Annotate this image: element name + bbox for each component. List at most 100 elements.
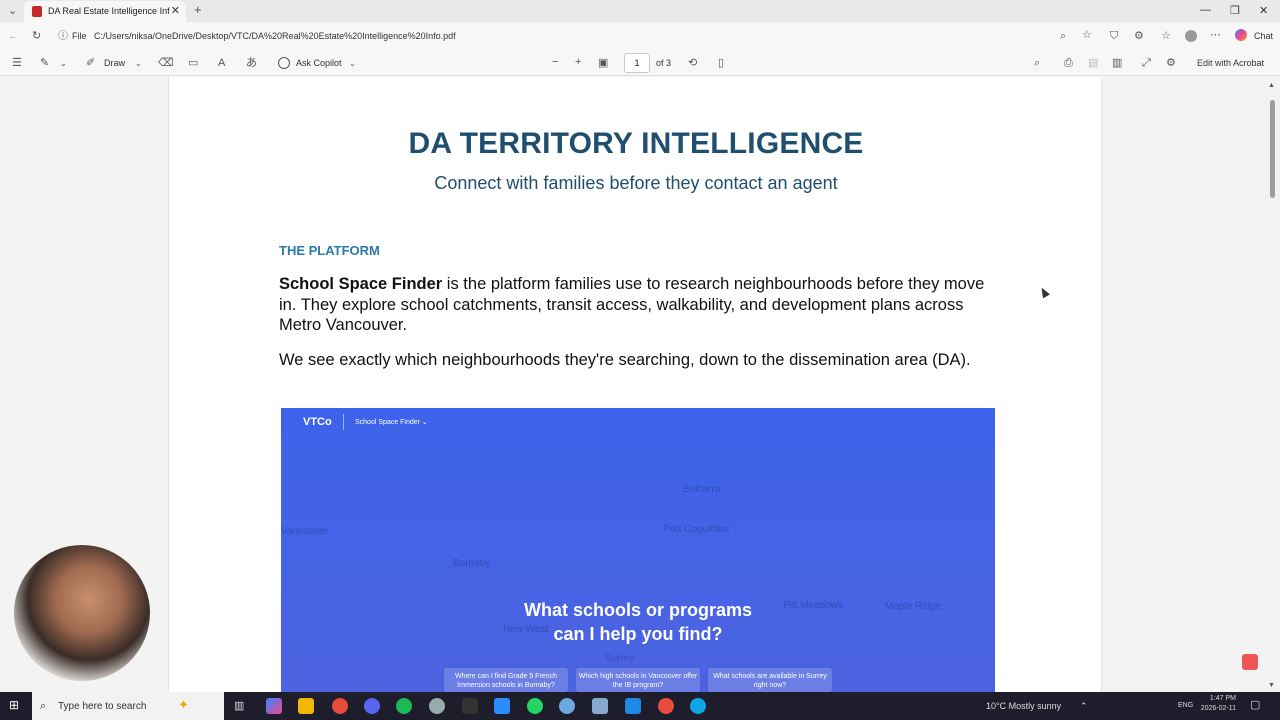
address-scheme: File: [72, 31, 87, 41]
ask-copilot-icon[interactable]: [278, 57, 290, 69]
profile-avatar-icon[interactable]: [1185, 30, 1197, 42]
app-icon[interactable]: [429, 698, 445, 714]
zoom-icon[interactable]: ⌕: [1060, 31, 1066, 42]
windows-start-icon[interactable]: ⊞: [9, 699, 19, 711]
map-label: Vancouver: [281, 526, 329, 537]
favorite-star-icon[interactable]: ☆: [1082, 30, 1092, 41]
draw-icon[interactable]: ✐: [86, 58, 95, 69]
rotate-icon[interactable]: ⟲: [688, 58, 697, 69]
zoom-app-icon[interactable]: [494, 698, 510, 714]
chrome-icon[interactable]: [658, 698, 674, 714]
highlight-icon[interactable]: ✎: [40, 58, 49, 69]
tab-strip: ⌄ DA Real Estate Intelligence Info.p ✕ +…: [0, 0, 1280, 22]
close-window-icon[interactable]: ✕: [1259, 4, 1268, 17]
favorites-icon[interactable]: ☆: [1161, 31, 1171, 42]
restore-icon[interactable]: ❐: [1230, 4, 1240, 17]
suggestion-chip: Where can I find Grade 5 French Immersio…: [444, 668, 568, 692]
pdf-viewer[interactable]: DA TERRITORY INTELLIGENCE Connect with f…: [0, 77, 1280, 692]
zoom-out-icon[interactable]: −: [552, 57, 558, 68]
hero-divider: [343, 414, 344, 430]
scroll-down-icon[interactable]: ▼: [1268, 680, 1275, 691]
notification-icon[interactable]: ▢: [1250, 700, 1260, 711]
search-icon[interactable]: ⌕: [1034, 58, 1040, 69]
chrome-icon[interactable]: [332, 698, 348, 714]
hero-question: What schools or programs can I help you …: [281, 598, 995, 646]
fullscreen-icon[interactable]: ⤢: [1142, 58, 1151, 69]
suggestion-chip: Which high schools in Vancouver offer th…: [576, 668, 700, 692]
tab-list-chevron-icon[interactable]: ⌄: [8, 6, 17, 17]
taskbar-search[interactable]: ⌕ Type here to search ✦: [32, 692, 224, 720]
acrobat-icon[interactable]: [1242, 654, 1258, 670]
print-icon[interactable]: ⎙: [1064, 58, 1073, 69]
pdf-toolbar: ☰ ✎ ⌄ ✐ Draw ⌄ ⌫ ▭ A あ Ask Copilot ⌄ − +…: [0, 50, 1280, 76]
copilot-icon[interactable]: [1235, 29, 1247, 41]
save-as-icon[interactable]: ▥: [1112, 58, 1122, 69]
document-subtitle: Connect with families before they contac…: [434, 173, 838, 193]
minimize-icon[interactable]: —: [1200, 4, 1211, 16]
highlight-dropdown-icon[interactable]: ⌄: [60, 58, 67, 69]
app-icon[interactable]: [592, 698, 608, 714]
suggestion-chip: What schools are available in Surrey rig…: [708, 668, 832, 692]
vtco-logo: VTCo: [303, 416, 332, 428]
app-icon[interactable]: [559, 698, 575, 714]
zoom-in-icon[interactable]: +: [575, 57, 581, 68]
text-box-icon[interactable]: ▭: [188, 58, 198, 69]
platform-paragraph: School Space Finder is the platform fami…: [279, 274, 999, 336]
discord-icon[interactable]: [364, 698, 380, 714]
search-icon: ⌕: [40, 700, 47, 712]
scrollbar-thumb[interactable]: [1270, 100, 1275, 198]
sparkle-icon: ✦: [178, 697, 189, 712]
edit-with-acrobat-button[interactable]: Edit with Acrobat: [1197, 58, 1264, 68]
contents-list-icon[interactable]: ☰: [12, 58, 22, 69]
webcam-overlay: [14, 545, 150, 681]
info-icon[interactable]: ⓘ: [58, 31, 68, 42]
app-icon[interactable]: [625, 698, 641, 714]
clock[interactable]: 1:47 PM 2026-02-11: [1200, 694, 1236, 714]
ask-copilot-dropdown-icon[interactable]: ⌄: [349, 58, 356, 69]
clock-date: 2026-02-11: [1200, 705, 1236, 712]
language-indicator[interactable]: ENG: [1178, 702, 1193, 709]
pdf-page: DA TERRITORY INTELLIGENCE Connect with f…: [168, 77, 1102, 692]
tab-pdf-document[interactable]: DA Real Estate Intelligence Info.p ✕: [24, 1, 186, 22]
back-icon[interactable]: ←: [8, 31, 19, 42]
draw-dropdown-icon[interactable]: ⌄: [135, 58, 142, 69]
page-view-icon[interactable]: ▯: [718, 58, 724, 69]
map-label: Belcarra: [683, 484, 721, 495]
file-explorer-icon[interactable]: [298, 698, 314, 714]
platform-name: School Space Finder: [279, 275, 443, 293]
screenshot-image: Vancouver Burnaby Port Coquitlam Pitt Me…: [281, 408, 995, 692]
map-label: Port Coquitlam: [663, 524, 730, 535]
settings-gear-icon[interactable]: ⚙: [1166, 58, 1176, 69]
app-icon[interactable]: [462, 698, 478, 714]
more-menu-icon[interactable]: ⋯: [1210, 30, 1221, 41]
fit-page-icon[interactable]: ▣: [598, 58, 608, 69]
draw-button[interactable]: Draw: [104, 58, 125, 68]
chat-button[interactable]: Chat: [1254, 31, 1273, 41]
edge-icon[interactable]: [690, 698, 706, 714]
spotify-icon[interactable]: [396, 698, 412, 714]
extensions-icon[interactable]: ⚙: [1134, 31, 1144, 42]
address-bar: ← ↻ ⓘ File C:/Users/niksa/OneDrive/Deskt…: [0, 22, 1280, 50]
pdf-file-icon: [32, 6, 42, 17]
extension-shield-icon[interactable]: ⛉: [1110, 31, 1118, 42]
tray-chevron-icon[interactable]: ⌃: [1080, 701, 1088, 712]
address-url[interactable]: C:/Users/niksa/OneDrive/Desktop/VTC/DA%2…: [94, 31, 456, 41]
ask-copilot-button[interactable]: Ask Copilot: [296, 58, 342, 68]
clock-time: 1:47 PM: [1209, 695, 1236, 702]
page-number-input[interactable]: 1: [624, 53, 650, 73]
eraser-icon[interactable]: ⌫: [158, 58, 174, 69]
page-count: of 3: [656, 58, 672, 68]
copilot-app-icon[interactable]: [266, 698, 282, 714]
read-aloud-icon[interactable]: A: [218, 58, 225, 69]
tab-title: DA Real Estate Intelligence Info.p: [48, 6, 170, 16]
translate-icon[interactable]: あ: [246, 58, 257, 69]
scroll-up-icon[interactable]: ▲: [1268, 80, 1275, 91]
taskbar: ⊞ ⌕ Type here to search ✦ ▥ 10°C Mostly …: [0, 692, 1280, 720]
refresh-icon[interactable]: ↻: [32, 31, 41, 42]
tab-close-icon[interactable]: ✕: [171, 4, 180, 17]
whatsapp-icon[interactable]: [527, 698, 543, 714]
weather-widget[interactable]: 10°C Mostly sunny: [986, 701, 1061, 711]
task-view-icon[interactable]: ▥: [234, 701, 244, 712]
new-tab-icon[interactable]: +: [194, 3, 202, 16]
save-icon[interactable]: ▤: [1088, 58, 1098, 69]
